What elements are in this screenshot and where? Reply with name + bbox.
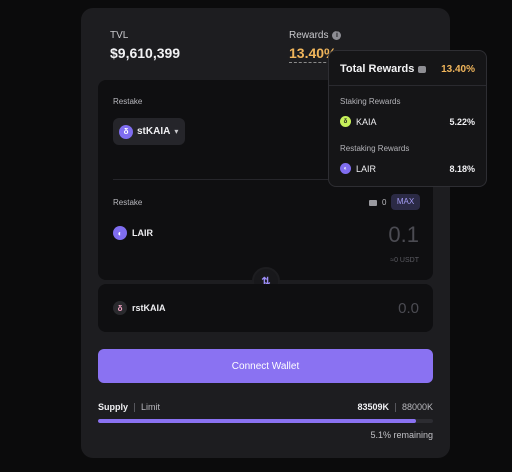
amount-input[interactable]: 0.1	[388, 222, 419, 248]
tab-separator	[134, 402, 136, 412]
receive-label: Restake	[113, 198, 143, 207]
lair-token: ◐ LAIR	[113, 226, 153, 240]
staking-rewards-label: Staking Rewards	[340, 97, 401, 106]
staking-row: δ KAIA	[340, 116, 377, 127]
supply-current: 83509K	[357, 402, 389, 412]
staking-value: 5.22%	[449, 117, 475, 127]
tvl-label: TVL	[110, 30, 129, 41]
supply-tabs: Supply Limit	[98, 402, 160, 412]
restaking-rewards-label: Restaking Rewards	[340, 144, 410, 153]
restaking-row: ◐ LAIR	[340, 163, 376, 174]
supply-progress-fill	[98, 419, 416, 423]
connect-wallet-button[interactable]: Connect Wallet	[98, 349, 433, 383]
chevron-down-icon: ▾	[174, 127, 179, 136]
restake-label: Restake	[113, 97, 143, 106]
kaia-icon: δ	[340, 116, 351, 127]
rewards-tooltip: Total Rewards 13.40% Staking Rewards δ K…	[328, 50, 487, 187]
tvl-value: $9,610,399	[110, 45, 181, 61]
supply-progress	[98, 419, 433, 423]
staking-token: KAIA	[356, 116, 377, 127]
tooltip-title: Total Rewards	[340, 63, 427, 75]
supply-separator	[394, 402, 396, 412]
balance: 0	[369, 198, 386, 207]
wallet-icon	[369, 199, 377, 206]
info-icon[interactable]: i	[332, 31, 342, 40]
rewards-label: Rewards i	[289, 30, 342, 41]
rstkaia-token: δ rstKAIA	[113, 301, 166, 315]
max-button[interactable]: MAX	[391, 194, 420, 210]
rstkaia-icon: δ	[113, 301, 127, 315]
rstkaia-token-label: rstKAIA	[132, 303, 166, 313]
balance-value: 0	[382, 198, 387, 207]
lair-icon: ◐	[340, 163, 351, 174]
lair-icon: ◐	[113, 226, 127, 240]
supply-stats: 83509K 88000K	[357, 402, 433, 412]
tooltip-total: 13.40%	[441, 64, 475, 75]
tab-limit[interactable]: Limit	[141, 402, 160, 412]
token-select[interactable]: δ stKAIA ▾	[113, 118, 185, 145]
rewards-label-text: Rewards	[289, 30, 329, 41]
tooltip-divider	[329, 85, 486, 86]
supply-max: 88000K	[401, 402, 433, 412]
supply-remaining: 5.1% remaining	[370, 430, 433, 440]
tooltip-title-text: Total Rewards	[340, 63, 415, 75]
coins-icon	[418, 65, 427, 73]
token-select-label: stKAIA	[137, 126, 171, 137]
restaking-token: LAIR	[356, 163, 377, 174]
lair-token-label: LAIR	[132, 228, 153, 238]
usd-value: ≈0 USDT	[390, 257, 419, 264]
output-amount: 0.0	[398, 300, 419, 317]
kaia-drop-icon: δ	[119, 124, 133, 139]
tab-supply[interactable]: Supply	[98, 402, 128, 412]
restaking-value: 8.18%	[449, 164, 475, 174]
